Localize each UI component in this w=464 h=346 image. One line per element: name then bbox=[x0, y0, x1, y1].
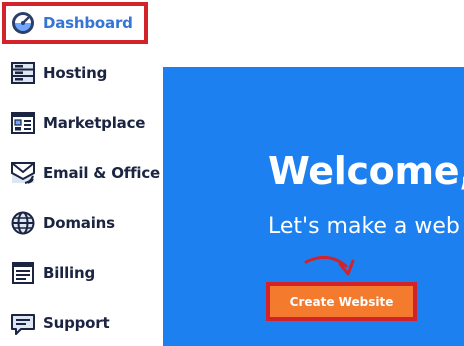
sidebar-item-dashboard[interactable]: Dashboard bbox=[0, 1, 163, 45]
sidebar-item-label: Marketplace bbox=[43, 114, 146, 132]
sidebar-item-label: Email & Office bbox=[43, 164, 161, 182]
pointer-arrow-icon bbox=[304, 255, 355, 276]
marketplace-icon bbox=[10, 110, 36, 136]
sidebar-item-marketplace[interactable]: Marketplace bbox=[0, 101, 163, 145]
support-chat-icon bbox=[10, 310, 36, 336]
sidebar-item-domains[interactable]: Domains bbox=[0, 201, 163, 245]
sidebar-item-hosting[interactable]: Hosting bbox=[0, 51, 163, 95]
sidebar-item-label: Support bbox=[43, 314, 110, 332]
create-website-button[interactable]: Create Website bbox=[266, 282, 417, 321]
sidebar-item-label: Domains bbox=[43, 214, 115, 232]
sidebar-item-label: Hosting bbox=[43, 64, 108, 82]
sidebar-item-email-office[interactable]: Email & Office bbox=[0, 151, 163, 195]
email-icon bbox=[10, 160, 36, 186]
server-icon bbox=[10, 60, 36, 86]
billing-icon bbox=[10, 260, 36, 286]
welcome-title: Welcome, bbox=[268, 149, 464, 193]
sidebar-item-label: Billing bbox=[43, 264, 96, 282]
sidebar: Dashboard Hosting Marketplace Email & Of… bbox=[0, 0, 163, 346]
dashboard-gauge-icon bbox=[10, 10, 36, 36]
sidebar-item-billing[interactable]: Billing bbox=[0, 251, 163, 295]
sidebar-item-support[interactable]: Support bbox=[0, 301, 163, 345]
sidebar-item-label: Dashboard bbox=[43, 14, 133, 32]
welcome-subtitle: Let's make a web bbox=[268, 214, 460, 239]
globe-icon bbox=[10, 210, 36, 236]
